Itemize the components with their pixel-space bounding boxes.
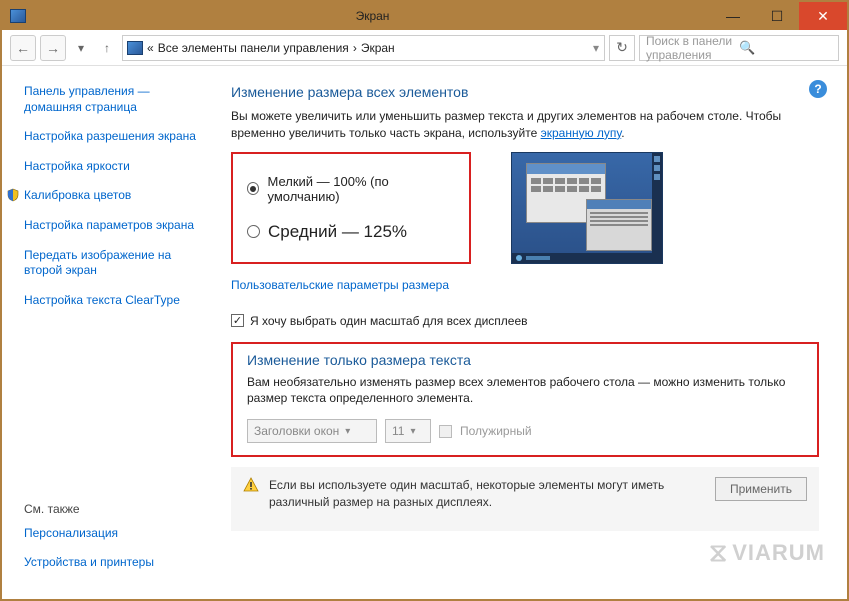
back-button[interactable]: ←: [10, 35, 36, 61]
watermark-logo-icon: ⧖: [709, 537, 728, 569]
heading-resize-all: Изменение размера всех элементов: [231, 84, 819, 100]
sidebar-link-resolution[interactable]: Настройка разрешения экрана: [24, 129, 207, 145]
heading-text-size: Изменение только размера текста: [247, 352, 803, 368]
radio-medium-label: Средний — 125%: [268, 222, 407, 242]
element-combo[interactable]: Заголовки окон ▾: [247, 419, 377, 443]
window-frame: Экран — ☐ ✕ ← → ▾ ↑ « Все элементы панел…: [0, 0, 849, 601]
breadcrumb-parent[interactable]: Все элементы панели управления: [158, 41, 349, 55]
sidebar-link-brightness[interactable]: Настройка яркости: [24, 159, 207, 175]
breadcrumb-prefix: «: [147, 41, 154, 55]
magnifier-link[interactable]: экранную лупу: [541, 126, 622, 140]
sidebar-see-also: См. также Персонализация Устройства и пр…: [24, 502, 207, 585]
custom-sizing-link[interactable]: Пользовательские параметры размера: [231, 278, 819, 292]
chevron-down-icon: ▾: [345, 426, 350, 437]
address-dropdown[interactable]: ▾: [592, 37, 600, 59]
sidebar-link-calibration[interactable]: Калибровка цветов: [24, 188, 131, 204]
radio-medium-row[interactable]: Средний — 125%: [247, 222, 455, 242]
watermark: ⧖ VIARUM: [709, 537, 825, 569]
text-size-highlight: Изменение только размера текста Вам необ…: [231, 342, 819, 458]
address-bar[interactable]: « Все элементы панели управления › Экран…: [122, 35, 605, 61]
up-button[interactable]: ↑: [96, 37, 118, 59]
radio-medium[interactable]: [247, 225, 260, 238]
sidebar-link-home[interactable]: Панель управления — домашняя страница: [24, 84, 207, 115]
sidebar: Панель управления — домашняя страница На…: [2, 66, 217, 599]
footer-row: Если вы используете один масштаб, некото…: [231, 467, 819, 531]
search-placeholder: Поиск в панели управления: [646, 34, 739, 62]
shield-icon: [6, 188, 20, 202]
navigation-bar: ← → ▾ ↑ « Все элементы панели управления…: [2, 30, 847, 66]
titlebar: Экран — ☐ ✕: [2, 2, 847, 30]
see-also-header: См. также: [24, 502, 207, 516]
refresh-button[interactable]: ↻: [609, 35, 635, 61]
size-combo[interactable]: 11 ▾: [385, 419, 431, 443]
breadcrumb-separator: ›: [353, 41, 357, 55]
search-icon: 🔍: [739, 40, 832, 56]
one-scale-row[interactable]: ✓ Я хочу выбрать один масштаб для всех д…: [231, 314, 819, 328]
one-scale-label: Я хочу выбрать один масштаб для всех дис…: [250, 314, 528, 328]
warning-icon: [243, 477, 259, 493]
radio-small-label: Мелкий — 100% (по умолчанию): [267, 174, 455, 204]
minimize-button[interactable]: —: [711, 2, 755, 30]
forward-button[interactable]: →: [40, 35, 66, 61]
desc-resize-all: Вы можете увеличить или уменьшить размер…: [231, 108, 819, 142]
preview-container: [511, 152, 663, 264]
apply-button[interactable]: Применить: [715, 477, 807, 501]
scale-section: Мелкий — 100% (по умолчанию) Средний — 1…: [231, 152, 819, 264]
breadcrumb-current[interactable]: Экран: [361, 41, 395, 55]
sidebar-link-cleartype[interactable]: Настройка текста ClearType: [24, 293, 207, 309]
search-input[interactable]: Поиск в панели управления 🔍: [639, 35, 839, 61]
desktop-preview: [511, 152, 663, 264]
footer-warning-text: Если вы используете один масштаб, некото…: [269, 477, 705, 511]
see-also-personalization[interactable]: Персонализация: [24, 526, 207, 542]
app-icon: [10, 9, 26, 23]
desc-text-size: Вам необязательно изменять размер всех э…: [247, 374, 803, 408]
window-title: Экран: [34, 9, 711, 23]
one-scale-checkbox[interactable]: ✓: [231, 314, 244, 327]
text-size-controls: Заголовки окон ▾ 11 ▾ Полужирный: [247, 419, 803, 443]
sidebar-link-params[interactable]: Настройка параметров экрана: [24, 218, 207, 234]
help-icon[interactable]: ?: [809, 80, 827, 98]
bold-label: Полужирный: [460, 424, 532, 438]
display-icon: [127, 41, 143, 55]
see-also-devices[interactable]: Устройства и принтеры: [24, 555, 207, 571]
radio-small-row[interactable]: Мелкий — 100% (по умолчанию): [247, 174, 455, 204]
scale-options-highlight: Мелкий — 100% (по умолчанию) Средний — 1…: [231, 152, 471, 264]
sidebar-link-project[interactable]: Передать изображение на второй экран: [24, 248, 207, 279]
close-button[interactable]: ✕: [799, 2, 847, 30]
chevron-down-icon: ▾: [410, 426, 415, 437]
history-dropdown[interactable]: ▾: [70, 37, 92, 59]
content-area: Панель управления — домашняя страница На…: [2, 66, 847, 599]
radio-small[interactable]: [247, 182, 259, 195]
bold-checkbox: [439, 425, 452, 438]
window-controls: — ☐ ✕: [711, 2, 847, 30]
maximize-button[interactable]: ☐: [755, 2, 799, 30]
main-panel: ? Изменение размера всех элементов Вы мо…: [217, 66, 847, 599]
